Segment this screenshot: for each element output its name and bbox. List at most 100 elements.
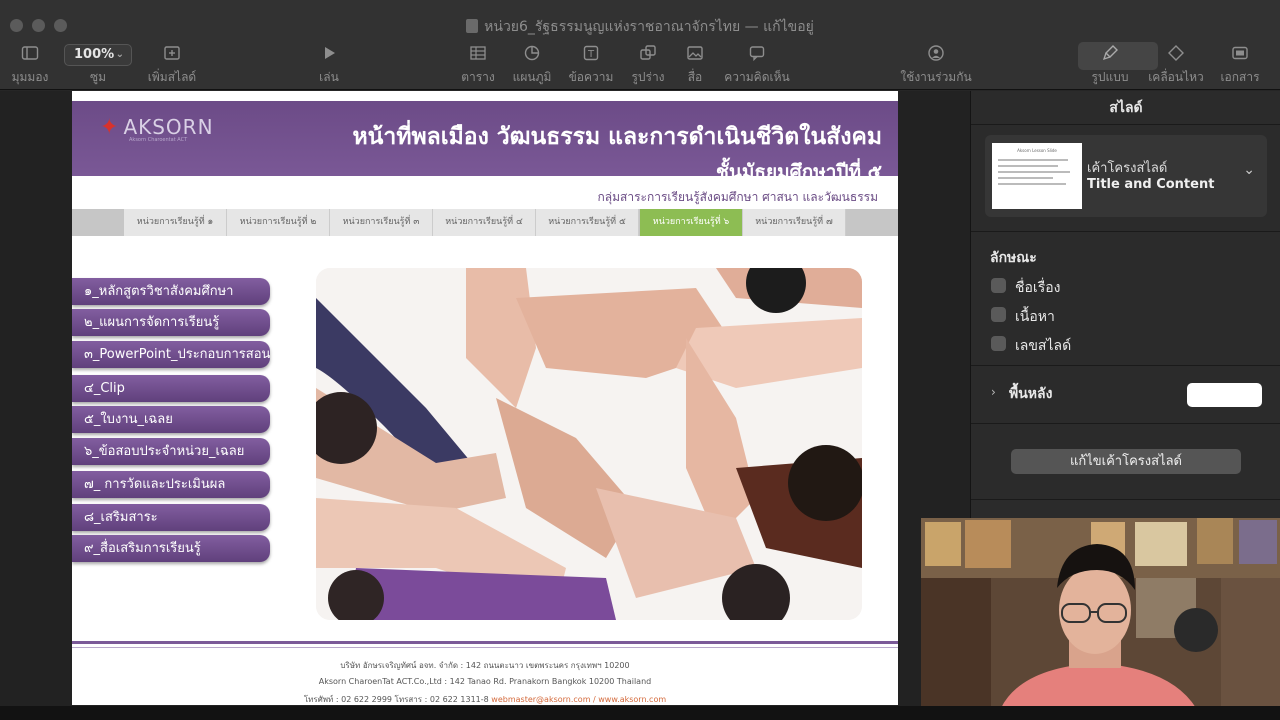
slide-subject[interactable]: กลุ่มสาระการเรียนรู้สังคมศึกษา ศาสนา และ…: [598, 188, 879, 207]
menu-enrichment[interactable]: ๘_เสริมสาระ: [72, 504, 270, 531]
media-label: สื่อ: [687, 70, 703, 84]
format-button[interactable]: รูปแบบ: [1088, 44, 1132, 87]
hands-circle-illustration: [316, 268, 862, 620]
document-button[interactable]: เอกสาร: [1218, 44, 1262, 87]
slide-canvas[interactable]: ✦ AKSORN Aksorn Charoentat ACT หน้าที่พลเ…: [0, 91, 970, 720]
view-button[interactable]: มุมมอง: [10, 44, 50, 87]
inspector-divider: [971, 423, 1280, 424]
footer-links[interactable]: webmaster@aksorn.com / www.aksorn.com: [491, 695, 666, 704]
inspector-divider: [971, 124, 1280, 125]
unit-tab-2[interactable]: หน่วยการเรียนรู้ที่ ๒: [227, 209, 330, 236]
window-title-text: หน่วย6_รัฐธรรมนูญแห่งราชอาณาจักรไทย — แก…: [484, 19, 814, 35]
sidebar-icon: [21, 46, 39, 60]
svg-text:T: T: [587, 49, 595, 60]
text-button[interactable]: T ข้อความ: [566, 44, 616, 87]
collaborate-icon: [928, 45, 944, 61]
unit-tab-3[interactable]: หน่วยการเรียนรู้ที่ ๓: [330, 209, 433, 236]
toolbar: มุมมอง 100% ⌄ ซูม เพิ่มสไลด์ เล่น ตาราง …: [0, 40, 1280, 90]
animate-diamond-icon: [1168, 45, 1184, 61]
thumb-title: Aksorn Lesson Slide: [1017, 148, 1057, 153]
menu-powerpoint[interactable]: ๓_PowerPoint_ประกอบการสอน: [72, 341, 270, 368]
shape-button[interactable]: รูปร่าง: [628, 44, 668, 87]
menu-clip[interactable]: ๔_Clip: [72, 375, 270, 402]
comment-icon: [749, 46, 765, 62]
text-box-icon: T: [583, 45, 599, 61]
footer-contact: โทรศัพท์ : 02 622 2999 โทรสาร : 02 622 1…: [72, 693, 898, 705]
menu-curriculum[interactable]: ๑_หลักสูตรวิชาสังคมศึกษา: [72, 278, 270, 305]
slide-number-checkbox[interactable]: [991, 336, 1006, 351]
play-label: เล่น: [319, 70, 339, 84]
chart-icon: [524, 45, 540, 61]
bottom-edge: [0, 706, 1280, 720]
add-slide-icon: [164, 46, 180, 60]
keynote-app: หน่วย6_รัฐธรรมนูญแห่งราชอาณาจักรไทย — แก…: [0, 0, 1280, 720]
title-bar: หน่วย6_รัฐธรรมนูญแห่งราชอาณาจักรไทย — แก…: [0, 0, 1280, 40]
footer-rule-thin: [72, 647, 898, 648]
play-button[interactable]: เล่น: [312, 44, 346, 87]
view-label: มุมมอง: [11, 70, 49, 84]
thumb-line: [998, 171, 1070, 173]
unit-tab-4[interactable]: หน่วยการเรียนรู้ที่ ๔: [433, 209, 536, 236]
comment-button[interactable]: ความคิดเห็น: [722, 44, 792, 87]
thumb-line: [998, 177, 1053, 179]
footer-rule-thick: [72, 641, 898, 644]
layout-thumbnail: Aksorn Lesson Slide: [992, 143, 1082, 209]
animate-label: เคลื่อนไหว: [1148, 70, 1204, 84]
inspector-title: สไลด์: [1109, 100, 1143, 116]
media-button[interactable]: สื่อ: [680, 44, 710, 87]
menu-lesson-plan[interactable]: ๒_แผนการจัดการเรียนรู้: [72, 309, 270, 336]
menu-worksheet[interactable]: ๕_ใบงาน_เฉลย: [72, 406, 270, 433]
slide[interactable]: ✦ AKSORN Aksorn Charoentat ACT หน้าที่พลเ…: [72, 91, 898, 705]
menu-assessment[interactable]: ๗_ การวัดและประเมินผล: [72, 471, 270, 498]
shape-label: รูปร่าง: [631, 70, 665, 84]
footer-address-th: บริษัท อักษรเจริญทัศน์ อจท. จำกัด : 142 …: [340, 661, 630, 670]
menu-unit-test[interactable]: ๖_ข้อสอบประจำหน่วย_เฉลย: [72, 438, 270, 465]
chart-button[interactable]: แผนภูมิ: [508, 44, 556, 87]
logo-star-icon: ✦: [100, 115, 120, 140]
unit-tab-5[interactable]: หน่วยการเรียนรู้ที่ ๕: [536, 209, 639, 236]
table-button[interactable]: ตาราง: [458, 44, 498, 87]
shape-icon: [640, 45, 656, 60]
slide-number-checkbox-label: เลขสไลด์: [1015, 338, 1072, 354]
unit-tab-6-active[interactable]: หน่วยการเรียนรู้ที่ ๖: [640, 209, 743, 236]
chevron-down-icon: ⌄: [115, 49, 124, 60]
unit-tab-7[interactable]: หน่วยการเรียนรู้ที่ ๗: [743, 209, 846, 236]
unit-tab-1[interactable]: หน่วยการเรียนรู้ที่ ๑: [124, 209, 227, 236]
slide-title[interactable]: หน้าที่พลเมือง วัฒนธรรม และการดำเนินชีวิ…: [353, 119, 882, 155]
inspector-divider: [971, 499, 1280, 500]
add-slide-button[interactable]: เพิ่มสไลด์: [146, 44, 198, 87]
footer-address-en: Aksorn CharoenTat ACT.Co.,Ltd : 142 Tana…: [318, 677, 652, 686]
chart-label: แผนภูมิ: [512, 70, 552, 84]
menu-learning-media[interactable]: ๙_สื่อเสริมการเรียนรู้: [72, 535, 270, 562]
collaborate-button[interactable]: ใช้งานร่วมกัน: [900, 44, 972, 87]
zoom-label-item: ซูม: [82, 68, 114, 87]
slide-header-band: ✦ AKSORN Aksorn Charoentat ACT หน้าที่พลเ…: [72, 101, 898, 183]
teamwork-hands-photo: [316, 268, 862, 620]
zoom-label: ซูม: [89, 70, 107, 84]
thumb-line: [998, 165, 1058, 167]
webcam-overlay: [921, 518, 1280, 708]
animate-button[interactable]: เคลื่อนไหว: [1146, 44, 1206, 87]
format-label: รูปแบบ: [1091, 70, 1129, 84]
inspector-divider: [971, 365, 1280, 366]
document-label: เอกสาร: [1220, 70, 1260, 84]
table-icon: [470, 46, 486, 60]
zoom-select[interactable]: 100% ⌄: [64, 44, 132, 66]
title-checkbox[interactable]: [991, 278, 1006, 293]
background-color-well[interactable]: [1187, 383, 1262, 407]
add-slide-label: เพิ่มสไลด์: [147, 70, 197, 84]
edit-slide-layout-button[interactable]: แก้ไขเค้าโครงสไลด์: [1011, 449, 1241, 474]
logo-text: AKSORN: [123, 115, 214, 139]
document-icon: [466, 19, 479, 33]
unit-tabs: หน่วยการเรียนรู้ที่ ๑ หน่วยการเรียนรู้ที…: [72, 209, 898, 236]
collaborate-label: ใช้งานร่วมกัน: [900, 70, 972, 84]
play-icon: [325, 47, 335, 59]
chevron-down-icon[interactable]: ⌄: [1243, 162, 1255, 178]
paintbrush-icon: [1102, 45, 1118, 61]
body-checkbox[interactable]: [991, 307, 1006, 322]
slide-grade[interactable]: ชั้นมัธยมศึกษาปีที่ ๕: [716, 157, 882, 187]
footer-phone: โทรศัพท์ : 02 622 2999 โทรสาร : 02 622 1…: [303, 695, 489, 704]
table-label: ตาราง: [461, 70, 495, 84]
layout-name: Title and Content: [1087, 177, 1215, 192]
slide-layout-picker[interactable]: Aksorn Lesson Slide เค้าโครงสไลด์ Title …: [985, 135, 1267, 217]
